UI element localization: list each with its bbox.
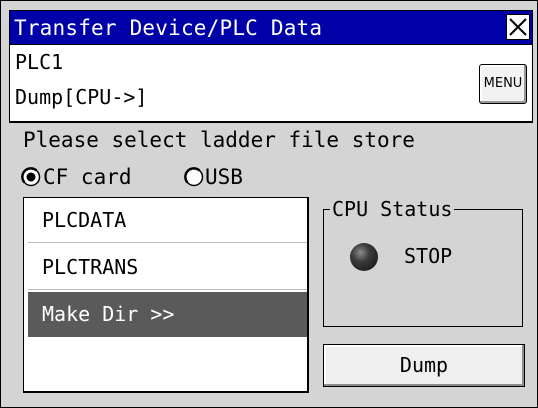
radio-cf-card[interactable] [21,167,41,187]
dump-button[interactable]: Dump [323,344,525,387]
cpu-status-legend: CPU Status [330,197,455,221]
radio-cf-card-label[interactable]: CF card [43,165,132,189]
list-item-make-dir[interactable]: Make Dir >> [28,292,307,337]
status-lamp-icon [350,243,378,271]
header-divider [9,121,533,123]
menu-button[interactable]: MENU [479,64,527,104]
prompt-text: Please select ladder file store [23,128,415,152]
radio-usb-label[interactable]: USB [205,165,243,189]
list-item-plctrans[interactable]: PLCTRANS [28,245,307,290]
device-name: PLC1 [15,50,64,74]
radio-usb[interactable] [184,167,204,187]
cpu-status-value: STOP [404,244,453,268]
close-button[interactable] [506,14,530,40]
transfer-mode: Dump[CPU->] [15,85,148,109]
file-list[interactable]: PLCDATA PLCTRANS Make Dir >> [23,197,309,393]
device-header: PLC1 Dump[CPU->] MENU [9,45,533,121]
cpu-status-panel: CPU Status STOP [323,197,523,327]
title-bar: Transfer Device/PLC Data [9,10,533,45]
close-x-icon [509,18,527,36]
transfer-dialog: Transfer Device/PLC Data PLC1 Dump[CPU->… [0,0,538,408]
window-title: Transfer Device/PLC Data [14,16,323,40]
list-item-empty[interactable] [28,339,307,384]
list-item-plcdata[interactable]: PLCDATA [28,198,307,243]
